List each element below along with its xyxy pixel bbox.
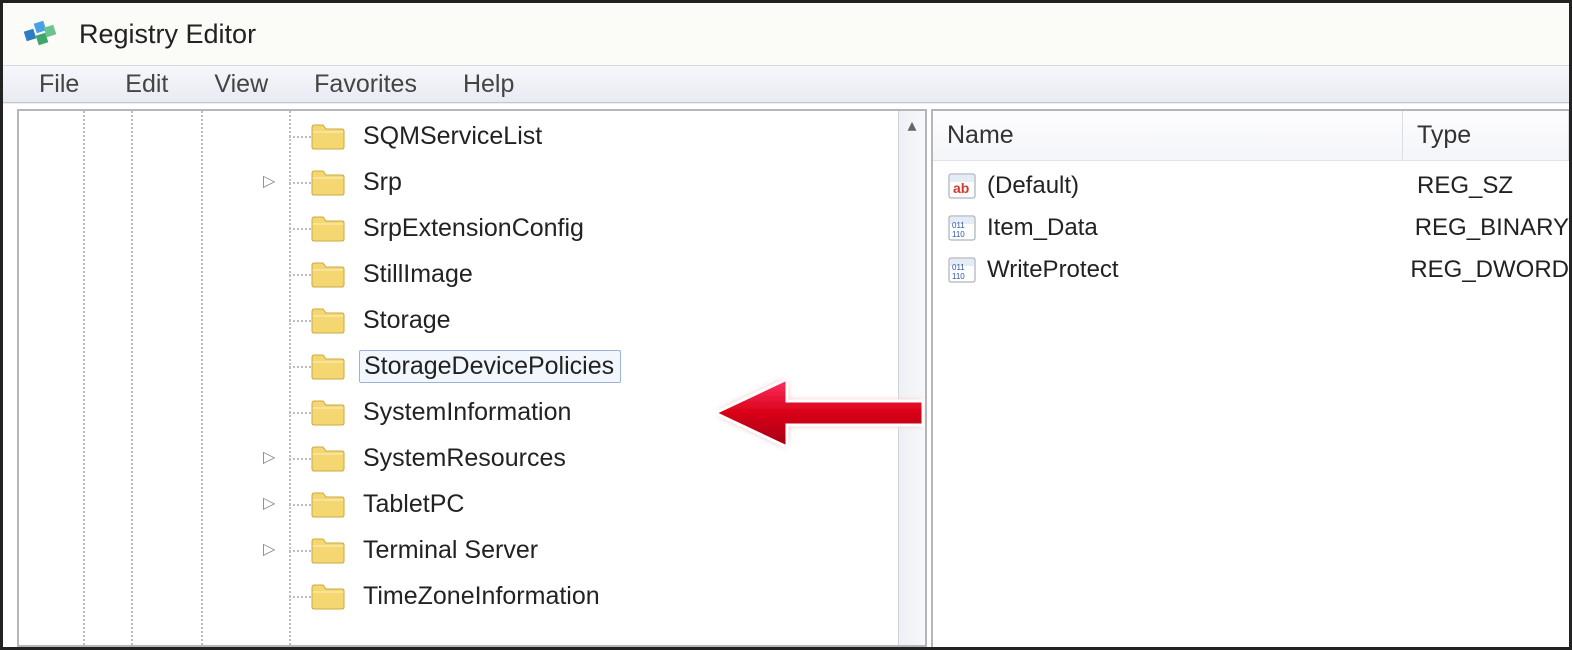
tree-item-label: Storage [359, 305, 457, 336]
content-area: SQMServiceList ▷ Srp SrpExtensionConfig … [3, 103, 1569, 647]
tree-item-label: StillImage [359, 259, 479, 290]
folder-icon [311, 214, 345, 242]
registry-editor-window: Registry Editor File Edit View Favorites… [0, 0, 1572, 650]
tree-item-label: Srp [359, 167, 408, 198]
tree-item-label: Terminal Server [359, 535, 544, 566]
tree-scrollbar[interactable]: ▴ [898, 111, 925, 645]
string-value-icon [947, 172, 977, 200]
tree-item-label: TabletPC [359, 489, 470, 520]
expander-icon[interactable]: ▷ [263, 496, 275, 512]
tree-item-label: SystemResources [359, 443, 572, 474]
tree-item[interactable]: Storage [311, 297, 898, 343]
tree-pane: SQMServiceList ▷ Srp SrpExtensionConfig … [17, 109, 927, 647]
folder-icon [311, 536, 345, 564]
details-row[interactable]: Item_Data REG_BINARY [933, 207, 1569, 249]
folder-icon [311, 260, 345, 288]
binary-value-icon [947, 214, 977, 242]
menu-favorites[interactable]: Favorites [308, 68, 423, 101]
details-pane: Name Type (Default) REG_SZ Item_Data REG… [931, 109, 1569, 647]
tree-item[interactable]: ▷ Srp [311, 159, 898, 205]
binary-value-icon [947, 256, 977, 284]
app-icon [23, 16, 59, 52]
value-name: (Default) [987, 172, 1079, 200]
expander-icon[interactable]: ▷ [263, 450, 275, 466]
folder-icon [311, 306, 345, 334]
value-type: REG_BINARY [1401, 214, 1569, 242]
column-header-name[interactable]: Name [933, 111, 1403, 160]
details-row[interactable]: WriteProtect REG_DWORD [933, 249, 1569, 291]
folder-icon [311, 582, 345, 610]
window-title: Registry Editor [79, 19, 256, 50]
scroll-up-icon[interactable]: ▴ [907, 111, 916, 140]
tree-item[interactable]: TimeZoneInformation [311, 573, 898, 619]
tree-item-label: StorageDevicePolicies [359, 350, 621, 383]
value-type: REG_SZ [1403, 172, 1513, 200]
folder-icon [311, 444, 345, 472]
tree-item[interactable]: SystemInformation [311, 389, 898, 435]
folder-icon [311, 122, 345, 150]
details-row[interactable]: (Default) REG_SZ [933, 165, 1569, 207]
folder-icon [311, 398, 345, 426]
titlebar: Registry Editor [3, 3, 1569, 65]
folder-icon [311, 352, 345, 380]
menu-view[interactable]: View [208, 68, 274, 101]
expander-icon[interactable]: ▷ [263, 174, 275, 190]
tree-item[interactable]: SQMServiceList [311, 113, 898, 159]
expander-icon[interactable]: ▷ [263, 542, 275, 558]
folder-icon [311, 490, 345, 518]
tree-item-label: SrpExtensionConfig [359, 213, 590, 244]
menu-file[interactable]: File [33, 68, 85, 101]
tree-item-label: SQMServiceList [359, 121, 548, 152]
tree-item[interactable]: ▷ Terminal Server [311, 527, 898, 573]
menubar: File Edit View Favorites Help [3, 65, 1569, 103]
column-header-type[interactable]: Type [1403, 111, 1569, 160]
tree-body[interactable]: SQMServiceList ▷ Srp SrpExtensionConfig … [19, 111, 898, 645]
tree-item-label: SystemInformation [359, 397, 577, 428]
menu-edit[interactable]: Edit [119, 68, 174, 101]
tree-item[interactable]: ▷ TabletPC [311, 481, 898, 527]
details-header: Name Type [933, 111, 1569, 161]
tree-item[interactable]: ▷ SystemResources [311, 435, 898, 481]
menu-help[interactable]: Help [457, 68, 520, 101]
tree-item[interactable]: StorageDevicePolicies [311, 343, 898, 389]
tree-item[interactable]: StillImage [311, 251, 898, 297]
value-name: WriteProtect [987, 256, 1119, 284]
folder-icon [311, 168, 345, 196]
tree-item[interactable]: SrpExtensionConfig [311, 205, 898, 251]
tree-item-label: TimeZoneInformation [359, 581, 606, 612]
value-name: Item_Data [987, 214, 1098, 242]
value-type: REG_DWORD [1396, 256, 1569, 284]
